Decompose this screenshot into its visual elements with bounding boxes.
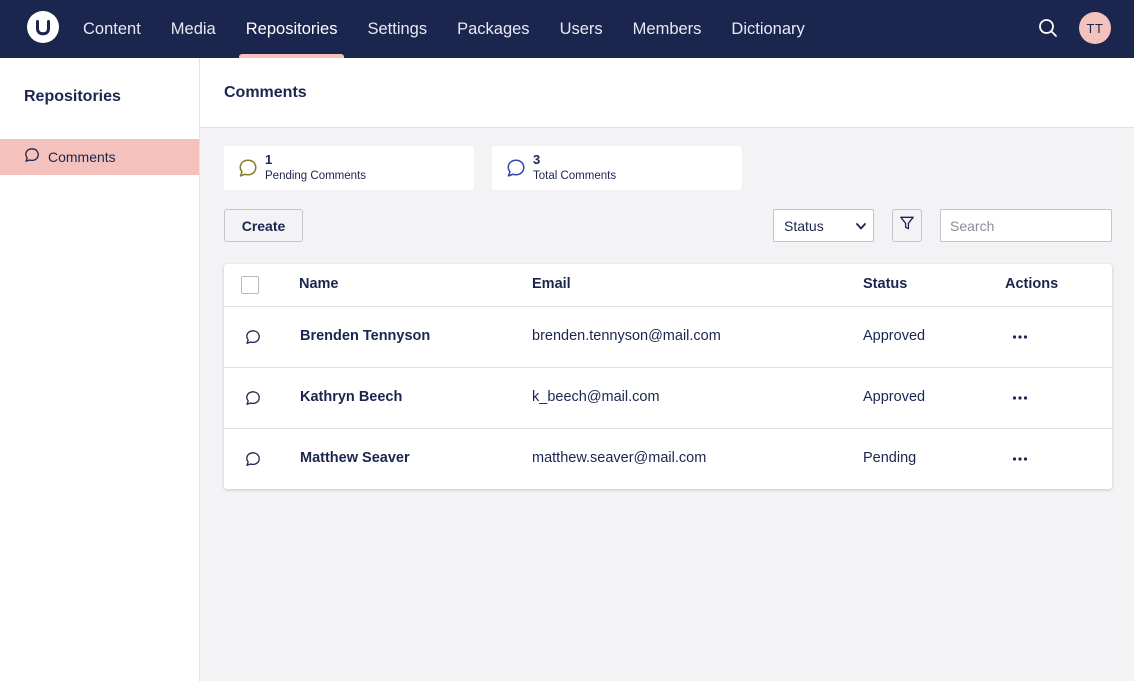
table-row[interactable]: Kathryn Beech k_beech@mail.com Approved — [224, 368, 1112, 429]
comment-status: Approved — [863, 328, 926, 344]
pending-count: 1 — [265, 152, 273, 168]
nav-label: Users — [559, 19, 603, 38]
table-row[interactable]: Matthew Seaver matthew.seaver@mail.com P… — [224, 429, 1112, 490]
comments-table: Name Email Status Actions Brenden Tennys… — [224, 264, 1112, 489]
total-label: Total Comments — [533, 169, 617, 182]
user-avatar[interactable]: TT — [1079, 12, 1111, 44]
nav-packages[interactable]: Packages — [442, 0, 544, 58]
nav-content[interactable]: Content — [68, 0, 156, 58]
chevron-down-icon — [855, 219, 867, 236]
nav-label: Dictionary — [731, 19, 805, 38]
nav-members[interactable]: Members — [618, 0, 717, 58]
table-row[interactable]: Brenden Tennyson brenden.tennyson@mail.c… — [224, 307, 1112, 368]
pending-comments-card: 1 Pending Comments — [224, 146, 474, 190]
total-count: 3 — [533, 152, 541, 168]
nav-label: Settings — [367, 19, 428, 38]
column-header-email[interactable]: Email — [532, 276, 571, 292]
status-select-value: Status — [784, 217, 824, 234]
comment-status: Pending — [863, 450, 917, 466]
nav-label: Members — [632, 19, 702, 38]
more-actions-icon[interactable] — [1007, 447, 1033, 471]
comment-icon — [24, 147, 40, 168]
filter-button[interactable] — [892, 209, 922, 242]
comment-icon — [237, 157, 259, 179]
top-header: Content Media Repositories Settings Pack… — [0, 0, 1134, 58]
table-header: Name Email Status Actions — [224, 264, 1112, 307]
more-actions-icon[interactable] — [1007, 325, 1033, 349]
main-navigation: Content Media Repositories Settings Pack… — [68, 0, 820, 58]
nav-settings[interactable]: Settings — [352, 0, 442, 58]
umbraco-logo-icon[interactable] — [27, 11, 59, 43]
column-header-name[interactable]: Name — [299, 276, 339, 292]
more-actions-icon[interactable] — [1007, 386, 1033, 410]
comment-icon — [245, 451, 261, 467]
comment-email: brenden.tennyson@mail.com — [532, 328, 721, 344]
sidebar-title: Repositories — [24, 88, 121, 105]
select-all-checkbox[interactable] — [241, 276, 259, 294]
status-select[interactable]: Status — [773, 209, 874, 242]
main-header: Comments — [200, 58, 1134, 128]
comment-author-name[interactable]: Matthew Seaver — [300, 450, 410, 466]
column-header-status[interactable]: Status — [863, 276, 907, 292]
nav-dictionary[interactable]: Dictionary — [716, 0, 819, 58]
comment-author-name[interactable]: Brenden Tennyson — [300, 328, 430, 344]
filter-icon — [899, 215, 915, 236]
comment-email: matthew.seaver@mail.com — [532, 450, 707, 466]
sidebar-item-comments[interactable]: Comments — [0, 139, 199, 175]
sidebar: Repositories Comments — [0, 58, 200, 681]
nav-label: Content — [83, 19, 141, 38]
nav-repositories[interactable]: Repositories — [231, 0, 353, 58]
comment-status: Approved — [863, 389, 926, 405]
page-title: Comments — [224, 84, 307, 101]
comment-email: k_beech@mail.com — [532, 389, 660, 405]
comment-author-name[interactable]: Kathryn Beech — [300, 389, 402, 405]
nav-label: Packages — [457, 19, 530, 38]
search-icon[interactable] — [1036, 16, 1060, 40]
create-button[interactable]: Create — [224, 209, 303, 242]
nav-label: Media — [170, 19, 216, 38]
pending-label: Pending Comments — [265, 169, 366, 182]
sidebar-item-label: Comments — [48, 149, 116, 165]
column-header-actions: Actions — [1005, 276, 1059, 292]
nav-label: Repositories — [245, 19, 338, 38]
nav-users[interactable]: Users — [545, 0, 618, 58]
comment-icon — [245, 390, 261, 406]
total-comments-card: 3 Total Comments — [492, 146, 742, 190]
search-input[interactable] — [940, 209, 1112, 242]
comment-icon — [245, 329, 261, 345]
comment-icon — [505, 157, 527, 179]
nav-media[interactable]: Media — [156, 0, 231, 58]
